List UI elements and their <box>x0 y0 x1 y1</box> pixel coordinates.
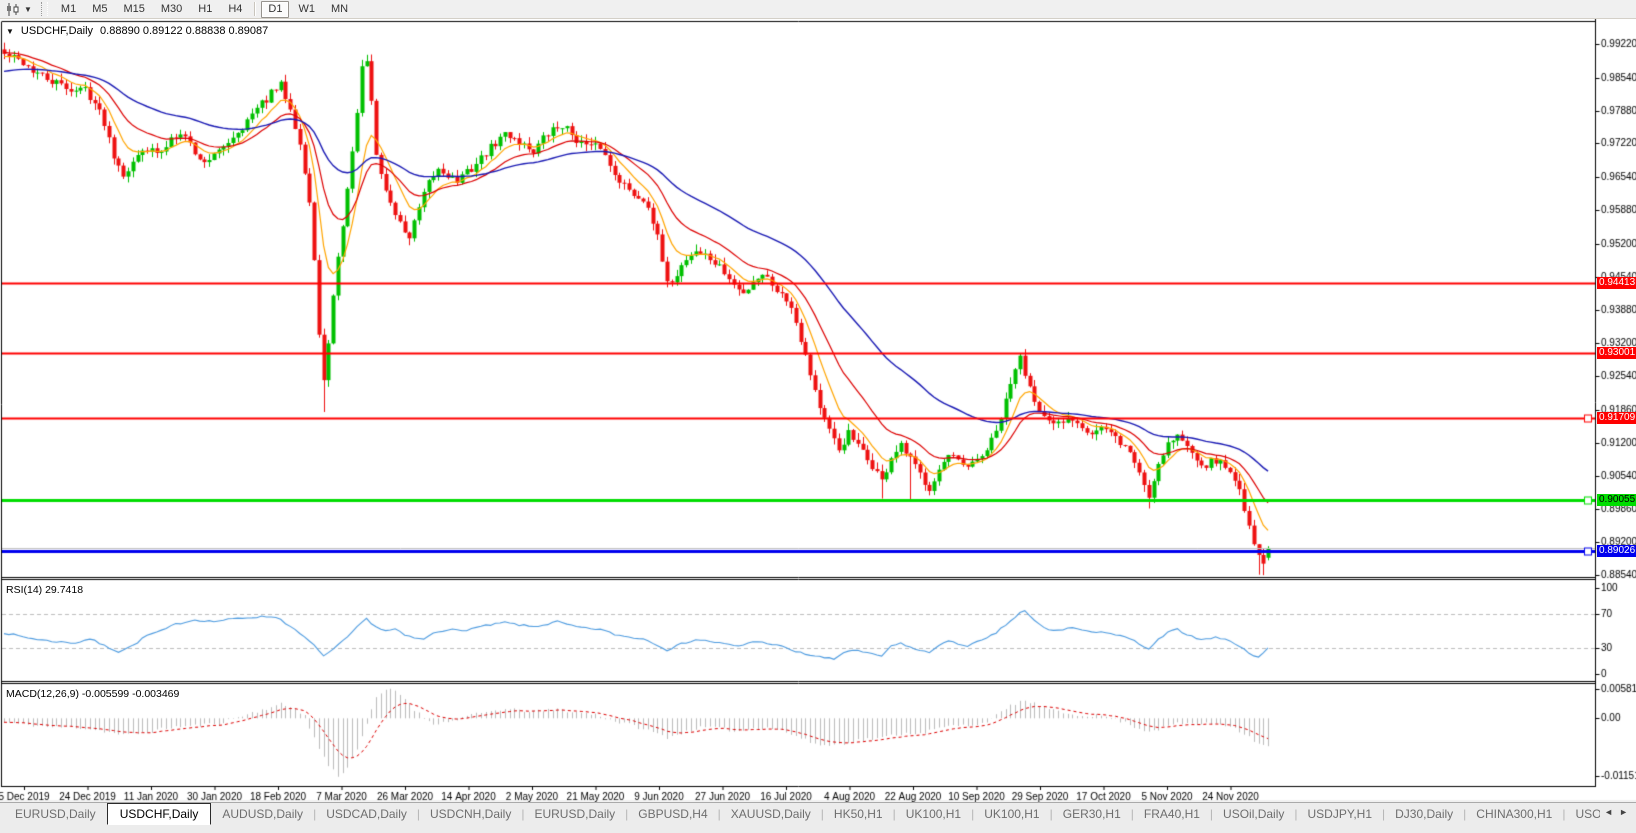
tab-uk100-h1[interactable]: UK100,H1 <box>897 804 970 824</box>
tab-usdcad-daily[interactable]: USDCAD,Daily <box>317 804 416 824</box>
timeframe-button-w1[interactable]: W1 <box>291 1 322 18</box>
tab-usdjpy-h1[interactable]: USDJPY,H1 <box>1299 804 1381 824</box>
timeframe-button-m5[interactable]: M5 <box>85 1 114 18</box>
tab-eurusd-daily[interactable]: EURUSD,Daily <box>6 804 105 824</box>
timeframe-button-m15[interactable]: M15 <box>116 1 151 18</box>
tab-uk100-h1[interactable]: UK100,H1 <box>975 804 1048 824</box>
timeframe-button-m30[interactable]: M30 <box>154 1 189 18</box>
symbol-tab-bar: EURUSD,DailyUSDCHF,DailyAUDUSD,Daily|USD… <box>0 802 1636 833</box>
tab-usdcnh-daily[interactable]: USDCNH,Daily <box>421 804 520 824</box>
timeframe-button-mn[interactable]: MN <box>324 1 355 18</box>
timeframe-button-m1[interactable]: M1 <box>54 1 83 18</box>
timeframe-toolbar: ▼ M1M5M15M30H1H4 D1W1MN <box>0 0 1636 19</box>
price-chart-canvas[interactable] <box>0 0 1636 832</box>
price-badge-093001: 0.93001 <box>1597 347 1636 359</box>
tab-fra40-h1[interactable]: FRA40,H1 <box>1135 804 1209 824</box>
tab-china300-h1[interactable]: CHINA300,H1 <box>1467 804 1561 824</box>
symbol-dropdown-icon[interactable]: ▼ <box>6 27 14 36</box>
candlestick-chart-icon[interactable] <box>3 2 23 16</box>
macd-indicator-label: MACD(12,26,9) -0.005599 -0.003469 <box>6 688 179 700</box>
tab-usoil-h[interactable]: USOil,H <box>1566 804 1600 824</box>
symbol-tabs: EURUSD,DailyUSDCHF,DailyAUDUSD,Daily|USD… <box>0 803 1600 825</box>
tab-audusd-daily[interactable]: AUDUSD,Daily <box>213 804 312 824</box>
toolbar-grip-handle[interactable] <box>41 2 48 16</box>
rsi-indicator-label: RSI(14) 29.7418 <box>6 584 83 596</box>
tab-ger30-h1[interactable]: GER30,H1 <box>1054 804 1130 824</box>
tab-usoil-daily[interactable]: USOil,Daily <box>1214 804 1293 824</box>
toolbar-separator <box>254 2 256 16</box>
tab-scroll-controls: ◄ ► <box>1600 803 1636 817</box>
timeframe-buttons: M1M5M15M30H1H4 D1W1MN <box>53 1 356 18</box>
tab-gbpusd-h4[interactable]: GBPUSD,H4 <box>629 804 716 824</box>
timeframe-button-h4[interactable]: H4 <box>221 1 249 18</box>
tab-eurusd-daily[interactable]: EURUSD,Daily <box>525 804 624 824</box>
chart-title: ▼ USDCHF,Daily 0.88890 0.89122 0.88838 0… <box>6 25 268 37</box>
price-badge-094413: 0.94413 <box>1597 277 1636 289</box>
timeframe-button-h1[interactable]: H1 <box>191 1 219 18</box>
chart-symbol-period: USDCHF,Daily <box>21 25 93 37</box>
tab-scroll-right-icon[interactable]: ► <box>1619 807 1628 817</box>
tab-dj30-daily[interactable]: DJ30,Daily <box>1386 804 1462 824</box>
price-badge-090055: 0.90055 <box>1597 494 1636 506</box>
tab-hk50-h1[interactable]: HK50,H1 <box>825 804 892 824</box>
tab-xauusd-daily[interactable]: XAUUSD,Daily <box>722 804 820 824</box>
tab-scroll-left-icon[interactable]: ◄ <box>1604 807 1613 817</box>
price-badge-091709: 0.91709 <box>1597 412 1636 424</box>
price-badge-089026: 0.89026 <box>1597 545 1636 557</box>
timeframe-button-d1[interactable]: D1 <box>261 1 289 18</box>
chart-type-dropdown-icon[interactable]: ▼ <box>24 5 32 14</box>
tab-usdchf-daily[interactable]: USDCHF,Daily <box>107 803 212 825</box>
chart-ohlc-values: 0.88890 0.89122 0.88838 0.89087 <box>100 25 268 37</box>
